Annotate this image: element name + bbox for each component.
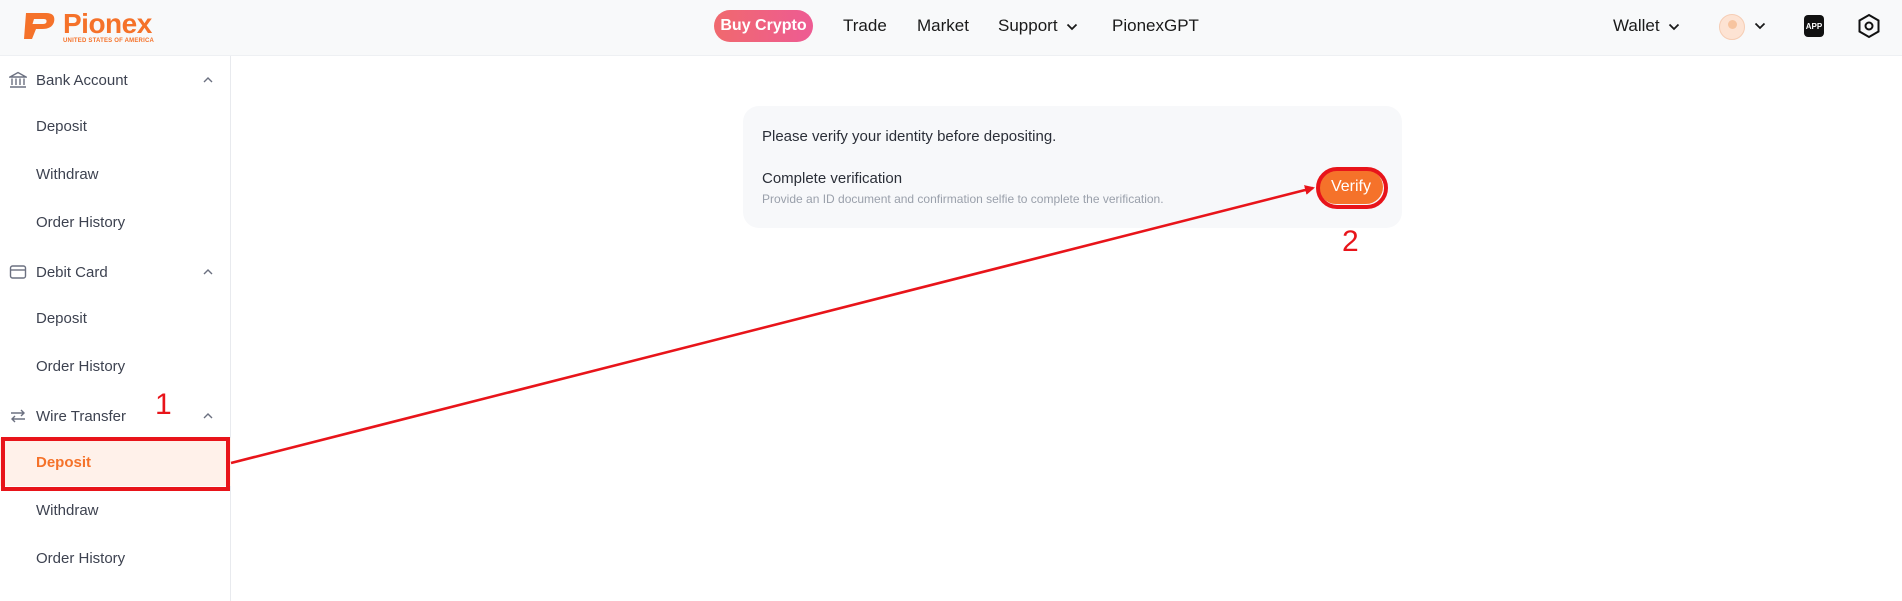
sidebar-item-bank-deposit[interactable]: Deposit: [0, 102, 231, 150]
nav-pionexgpt[interactable]: PionexGPT: [1112, 10, 1199, 42]
annotation-highlight-ring: [1316, 167, 1388, 209]
sidebar-section-label: Debit Card: [36, 263, 108, 281]
app-download-icon[interactable]: APP: [1801, 13, 1827, 39]
chevron-down-icon: [1668, 23, 1679, 30]
sidebar-section-bank-account[interactable]: Bank Account: [0, 60, 231, 100]
annotation-step-2: 2: [1342, 225, 1359, 258]
nav-trade[interactable]: Trade: [843, 10, 887, 42]
sidebar-item-label: Withdraw: [36, 501, 99, 519]
sidebar-section-wire-transfer[interactable]: Wire Transfer: [0, 396, 231, 436]
nav-support-label: Support: [998, 16, 1058, 35]
top-header: Pionex UNITED STATES OF AMERICA Buy Cryp…: [0, 0, 1902, 56]
nav-market[interactable]: Market: [917, 10, 969, 42]
page: Pionex UNITED STATES OF AMERICA Buy Cryp…: [0, 0, 1902, 601]
annotation-arrow: [230, 185, 1315, 465]
sidebar-item-label: Order History: [36, 357, 126, 375]
logo-name: Pionex: [63, 8, 152, 39]
sidebar-item-bank-order-history[interactable]: Order History: [0, 198, 231, 246]
sidebar-item-wire-order-history[interactable]: Order History: [0, 534, 231, 582]
wallet-menu[interactable]: Wallet: [1613, 10, 1680, 42]
sidebar-section-debit-card[interactable]: Debit Card: [0, 252, 231, 292]
chevron-down-icon[interactable]: [1754, 22, 1766, 30]
sidebar-item-label: Deposit: [36, 117, 87, 135]
logo-subtitle: UNITED STATES OF AMERICA: [63, 38, 155, 44]
user-avatar[interactable]: [1719, 14, 1745, 40]
transfer-icon: [11, 409, 25, 423]
card-icon: [9, 265, 27, 279]
verify-identity-message: Please verify your identity before depos…: [762, 128, 1057, 145]
buy-crypto-button[interactable]: Buy Crypto: [714, 10, 813, 42]
sidebar-item-label: Order History: [36, 549, 126, 567]
sidebar-item-card-order-history[interactable]: Order History: [0, 342, 231, 390]
chevron-up-icon: [203, 269, 213, 275]
wallet-label: Wallet: [1613, 16, 1660, 35]
chevron-down-icon: [1066, 23, 1077, 30]
sidebar: Bank Account Deposit Withdraw Order Hist…: [0, 56, 231, 601]
pionex-logo[interactable]: Pionex UNITED STATES OF AMERICA: [22, 8, 155, 44]
sidebar-item-wire-withdraw[interactable]: Withdraw: [0, 486, 231, 534]
sidebar-item-card-deposit[interactable]: Deposit: [0, 294, 231, 342]
chevron-up-icon: [203, 413, 213, 419]
svg-text:APP: APP: [1806, 22, 1823, 31]
sidebar-item-label: Order History: [36, 213, 126, 231]
annotation-highlight-box: [1, 437, 230, 491]
annotation-step-1: 1: [155, 388, 172, 421]
sidebar-item-label: Withdraw: [36, 165, 99, 183]
bank-icon: [9, 71, 27, 88]
sidebar-item-bank-withdraw[interactable]: Withdraw: [0, 150, 231, 198]
sidebar-item-label: Deposit: [36, 309, 87, 327]
settings-icon[interactable]: [1856, 13, 1882, 39]
verification-title: Complete verification: [762, 170, 903, 187]
chevron-up-icon: [203, 77, 213, 83]
sidebar-section-label: Bank Account: [36, 71, 128, 89]
pionex-logo-icon: [24, 13, 55, 39]
verification-description: Provide an ID document and confirmation …: [762, 192, 1164, 206]
nav-support[interactable]: Support: [998, 10, 1078, 42]
verification-card: Please verify your identity before depos…: [743, 106, 1402, 228]
sidebar-section-label: Wire Transfer: [36, 407, 127, 425]
